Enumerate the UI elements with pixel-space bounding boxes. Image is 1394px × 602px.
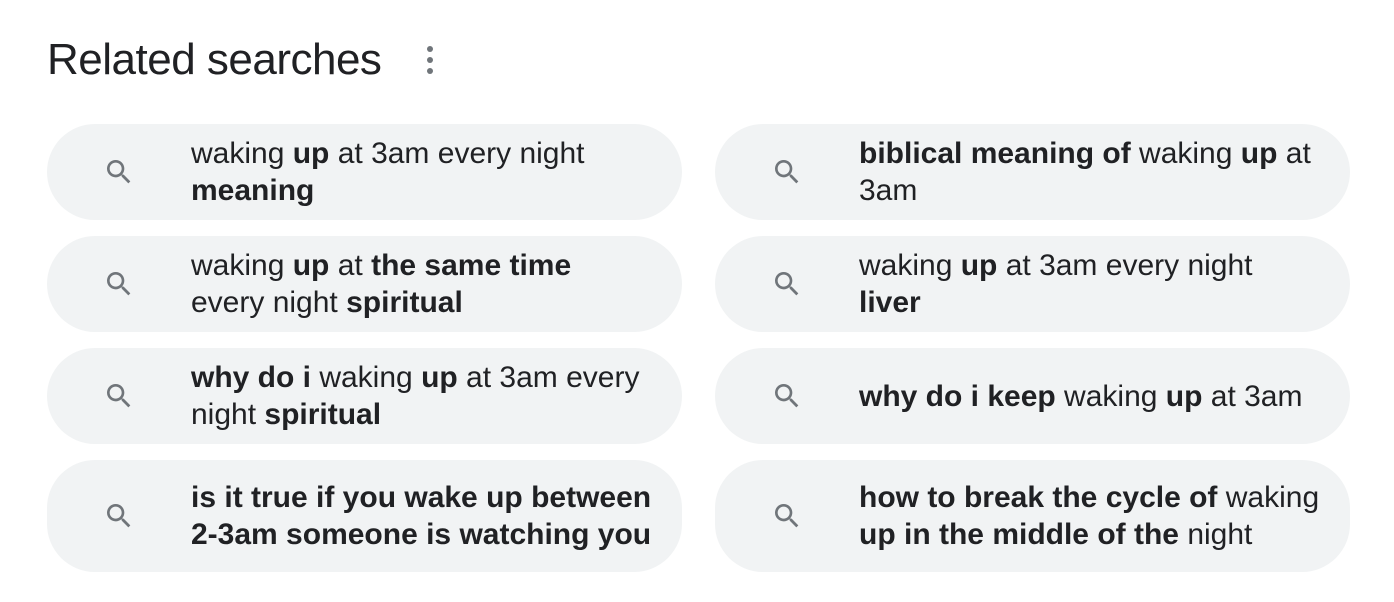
related-search-chip[interactable]: why do i keep waking up at 3am xyxy=(715,348,1350,444)
bold-term: up in the middle of the xyxy=(859,518,1179,551)
plain-term: at 3am every night xyxy=(329,137,585,170)
bold-term: liver xyxy=(859,286,921,319)
bold-term: how to break the cycle of xyxy=(859,481,1218,514)
related-search-chip[interactable]: waking up at the same time every night s… xyxy=(47,236,682,332)
plain-term: waking xyxy=(191,137,293,170)
related-search-label: how to break the cycle of waking up in t… xyxy=(859,479,1350,553)
bold-term: biblical meaning of xyxy=(859,137,1131,170)
related-search-chip[interactable]: how to break the cycle of waking up in t… xyxy=(715,460,1350,572)
search-icon xyxy=(771,500,803,532)
section-title: Related searches xyxy=(47,35,382,84)
bold-term: up xyxy=(292,249,330,282)
related-search-label: waking up at the same time every night s… xyxy=(191,247,682,321)
search-icon xyxy=(103,380,135,412)
search-icon xyxy=(771,268,803,300)
related-search-label: waking up at 3am every night liver xyxy=(859,247,1350,321)
bold-term: the same time xyxy=(371,249,572,282)
plain-term: every night xyxy=(191,286,347,319)
plain-term: at 3am every night xyxy=(997,249,1253,282)
plain-term: night xyxy=(1178,518,1253,551)
more-dot xyxy=(427,57,434,63)
related-searches-panel: Related searches waking up at 3am every … xyxy=(0,0,1394,602)
bold-term: up xyxy=(292,137,330,170)
plain-term: at 3am xyxy=(1202,379,1303,413)
related-searches-header: Related searches xyxy=(47,30,445,90)
related-search-label: is it true if you wake up between 2-3am … xyxy=(191,479,682,553)
bold-term: up xyxy=(960,249,998,282)
related-search-chip[interactable]: waking up at 3am every night liver xyxy=(715,236,1350,332)
bold-term: meaning xyxy=(191,174,315,207)
bold-term: up xyxy=(421,361,458,394)
search-icon xyxy=(771,380,803,412)
plain-term: waking xyxy=(1055,379,1166,413)
more-dot xyxy=(427,68,434,74)
search-icon xyxy=(103,500,135,532)
search-icon xyxy=(103,268,135,300)
plain-term: waking xyxy=(311,361,422,394)
bold-term: why do i xyxy=(191,361,311,394)
bold-term: is it true if you wake up between 2-3am … xyxy=(191,481,652,551)
more-vert-icon[interactable] xyxy=(415,38,445,82)
plain-term: waking xyxy=(859,249,961,282)
plain-term: waking xyxy=(1130,137,1241,170)
bold-term: spiritual xyxy=(346,286,463,319)
related-search-chip[interactable]: biblical meaning of waking up at 3am xyxy=(715,124,1350,220)
related-search-label: why do i waking up at 3am every night sp… xyxy=(191,359,682,433)
search-icon xyxy=(103,156,135,188)
more-dot xyxy=(427,46,434,52)
plain-term: at xyxy=(329,249,372,282)
related-search-chip[interactable]: is it true if you wake up between 2-3am … xyxy=(47,460,682,572)
bold-term: up xyxy=(1240,137,1278,170)
plain-term: waking xyxy=(1217,481,1320,514)
related-search-label: waking up at 3am every night meaning xyxy=(191,135,682,209)
search-icon xyxy=(771,156,803,188)
bold-term: why do i keep xyxy=(859,379,1056,413)
related-search-chip[interactable]: why do i waking up at 3am every night sp… xyxy=(47,348,682,444)
bold-term: up xyxy=(1165,379,1203,413)
related-searches-grid: waking up at 3am every night meaning bib… xyxy=(47,124,1350,572)
plain-term: waking xyxy=(191,249,293,282)
bold-term: spiritual xyxy=(264,398,382,431)
related-search-chip[interactable]: waking up at 3am every night meaning xyxy=(47,124,682,220)
related-search-label: why do i keep waking up at 3am xyxy=(859,378,1333,415)
related-search-label: biblical meaning of waking up at 3am xyxy=(859,135,1350,209)
